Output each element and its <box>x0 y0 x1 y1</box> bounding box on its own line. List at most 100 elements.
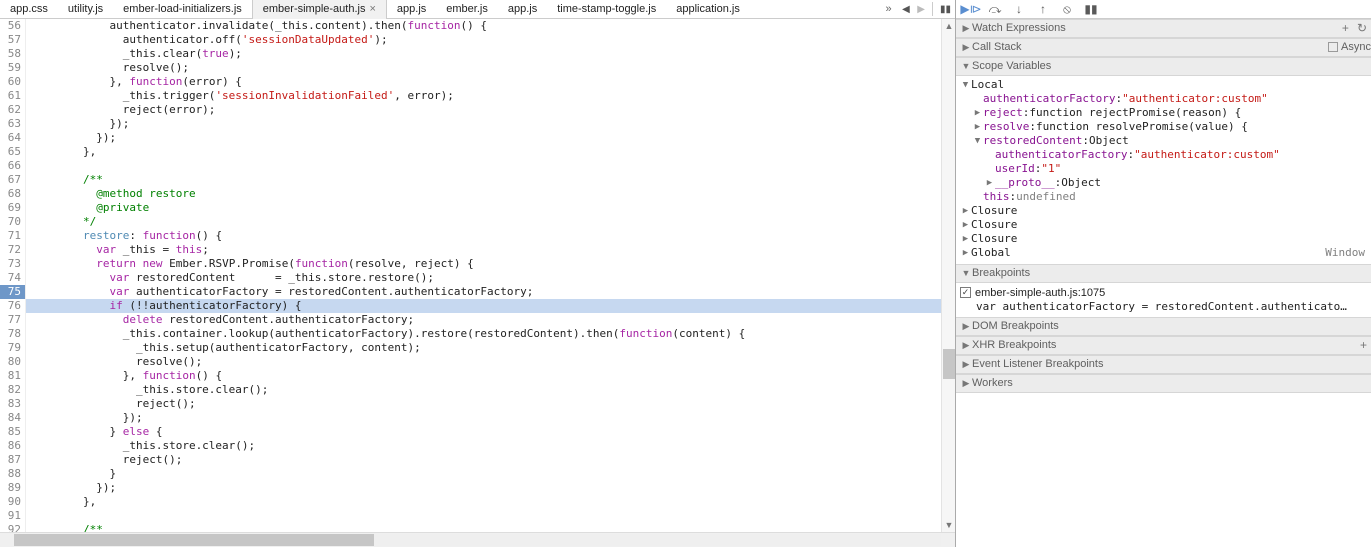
step-out-icon[interactable]: ↑ <box>1034 2 1052 16</box>
code-line[interactable]: @method restore <box>26 187 955 201</box>
code-line[interactable]: authenticator.invalidate(_this.content).… <box>26 19 955 33</box>
code-line[interactable]: }); <box>26 411 955 425</box>
code-line[interactable]: resolve(); <box>26 61 955 75</box>
line-number[interactable]: 62 <box>0 103 25 117</box>
line-number[interactable]: 78 <box>0 327 25 341</box>
scope-var[interactable]: this: undefined <box>956 190 1371 204</box>
pause-icon[interactable]: ▮▮ <box>936 4 955 15</box>
code-line[interactable]: delete restoredContent.authenticatorFact… <box>26 313 955 327</box>
expand-icon[interactable]: ▶ <box>960 374 972 393</box>
line-number[interactable]: 58 <box>0 47 25 61</box>
tab-utility-js[interactable]: utility.js <box>58 0 113 19</box>
add-watch-icon[interactable]: + <box>1338 19 1353 38</box>
scroll-down-arrow[interactable]: ▼ <box>942 518 956 532</box>
code-line[interactable]: _this.clear(true); <box>26 47 955 61</box>
line-number[interactable]: 90 <box>0 495 25 509</box>
code-line[interactable]: } else { <box>26 425 955 439</box>
code-line[interactable]: _this.store.clear(); <box>26 383 955 397</box>
line-number[interactable]: 72 <box>0 243 25 257</box>
code-line[interactable]: */ <box>26 215 955 229</box>
line-number[interactable]: 73 <box>0 257 25 271</box>
breakpoint-item[interactable]: ✓ ember-simple-auth.js:1075 <box>960 285 1367 300</box>
scope-var[interactable]: ▼restoredContent: Object <box>956 134 1371 148</box>
line-number[interactable]: 66 <box>0 159 25 173</box>
scope-local[interactable]: ▼Local <box>956 78 1371 92</box>
tab-time-stamp-toggle-js[interactable]: time-stamp-toggle.js <box>547 0 666 19</box>
horizontal-scrollbar[interactable] <box>0 532 955 547</box>
code-line[interactable]: }); <box>26 117 955 131</box>
code-line[interactable]: reject(); <box>26 397 955 411</box>
line-number[interactable]: 89 <box>0 481 25 495</box>
line-number[interactable]: 69 <box>0 201 25 215</box>
watch-header[interactable]: ▶ Watch Expressions + ↻ <box>956 19 1371 38</box>
tab-application-js[interactable]: application.js <box>666 0 750 19</box>
code-line[interactable]: var authenticatorFactory = restoredConte… <box>26 285 955 299</box>
tabs-overflow-icon[interactable]: » <box>879 3 897 15</box>
line-number[interactable]: 88 <box>0 467 25 481</box>
scope-var[interactable]: ▶reject: function rejectPromise(reason) … <box>956 106 1371 120</box>
expand-icon[interactable]: ▶ <box>960 38 972 57</box>
tab-app-js[interactable]: app.js <box>498 0 547 19</box>
line-number[interactable]: 61 <box>0 89 25 103</box>
scope-var[interactable]: ▶resolve: function resolvePromise(value)… <box>956 120 1371 134</box>
code-content[interactable]: authenticator.invalidate(_this.content).… <box>26 19 955 532</box>
code-line[interactable]: return new Ember.RSVP.Promise(function(r… <box>26 257 955 271</box>
scope-closure[interactable]: ▶Closure <box>956 204 1371 218</box>
line-number[interactable]: 60 <box>0 75 25 89</box>
collapse-icon[interactable]: ▼ <box>960 264 972 283</box>
refresh-watch-icon[interactable]: ↻ <box>1353 19 1371 38</box>
tab-ember-js[interactable]: ember.js <box>436 0 498 19</box>
code-line[interactable]: authenticator.off('sessionDataUpdated'); <box>26 33 955 47</box>
line-number[interactable]: 74 <box>0 271 25 285</box>
code-line[interactable]: var _this = this; <box>26 243 955 257</box>
line-number[interactable]: 64 <box>0 131 25 145</box>
step-over-icon[interactable]: ⤼ <box>986 2 1004 16</box>
line-number[interactable]: 87 <box>0 453 25 467</box>
tab-app-js[interactable]: app.js <box>387 0 436 19</box>
line-number[interactable]: 59 <box>0 61 25 75</box>
code-line[interactable]: /** <box>26 173 955 187</box>
line-number[interactable]: 83 <box>0 397 25 411</box>
expand-icon[interactable]: ▶ <box>960 355 972 374</box>
pause-on-exceptions-icon[interactable]: ▮▮ <box>1082 2 1100 16</box>
scope-closure[interactable]: ▶Closure <box>956 218 1371 232</box>
deactivate-bp-icon[interactable]: ⦸ <box>1058 2 1076 16</box>
add-xhr-bp-icon[interactable]: + <box>1356 336 1371 355</box>
line-number[interactable]: 91 <box>0 509 25 523</box>
code-line[interactable]: _this.store.clear(); <box>26 439 955 453</box>
code-line[interactable]: _this.container.lookup(authenticatorFact… <box>26 327 955 341</box>
scope-closure[interactable]: ▶Closure <box>956 232 1371 246</box>
code-line[interactable]: @private <box>26 201 955 215</box>
resume-icon[interactable]: ▶⧐ <box>962 2 980 16</box>
breakpoint-checkbox[interactable]: ✓ <box>960 287 971 298</box>
code-line[interactable] <box>26 159 955 173</box>
code-line[interactable]: } <box>26 467 955 481</box>
scope-var[interactable]: userId: "1" <box>956 162 1371 176</box>
workers-header[interactable]: ▶ Workers <box>956 374 1371 393</box>
event-bp-header[interactable]: ▶ Event Listener Breakpoints <box>956 355 1371 374</box>
code-line[interactable]: reject(); <box>26 453 955 467</box>
code-line[interactable]: _this.setup(authenticatorFactory, conten… <box>26 341 955 355</box>
code-line[interactable]: /** <box>26 523 955 532</box>
step-into-icon[interactable]: ↓ <box>1010 2 1028 16</box>
line-number[interactable]: 77 <box>0 313 25 327</box>
scope-var[interactable]: authenticatorFactory: "authenticator:cus… <box>956 148 1371 162</box>
line-number[interactable]: 92 <box>0 523 25 532</box>
line-number[interactable]: 86 <box>0 439 25 453</box>
code-line[interactable]: }, <box>26 145 955 159</box>
scope-header[interactable]: ▼ Scope Variables <box>956 57 1371 76</box>
async-checkbox[interactable]: Async <box>1328 38 1371 57</box>
scope-global[interactable]: ▶GlobalWindow <box>956 246 1371 260</box>
vertical-scrollbar[interactable]: ▲ ▼ <box>941 19 955 532</box>
scope-var[interactable]: authenticatorFactory: "authenticator:cus… <box>956 92 1371 106</box>
nav-back-icon[interactable]: ▶ <box>898 4 914 15</box>
line-number[interactable]: 84 <box>0 411 25 425</box>
line-number[interactable]: 63 <box>0 117 25 131</box>
xhr-bp-header[interactable]: ▶ XHR Breakpoints + <box>956 336 1371 355</box>
hscroll-thumb[interactable] <box>14 534 374 546</box>
line-number[interactable]: 71 <box>0 229 25 243</box>
line-number[interactable]: 85 <box>0 425 25 439</box>
line-number[interactable]: 76 <box>0 299 25 313</box>
code-line[interactable]: if (!!authenticatorFactory) { <box>26 299 955 313</box>
code-line[interactable]: }, function() { <box>26 369 955 383</box>
